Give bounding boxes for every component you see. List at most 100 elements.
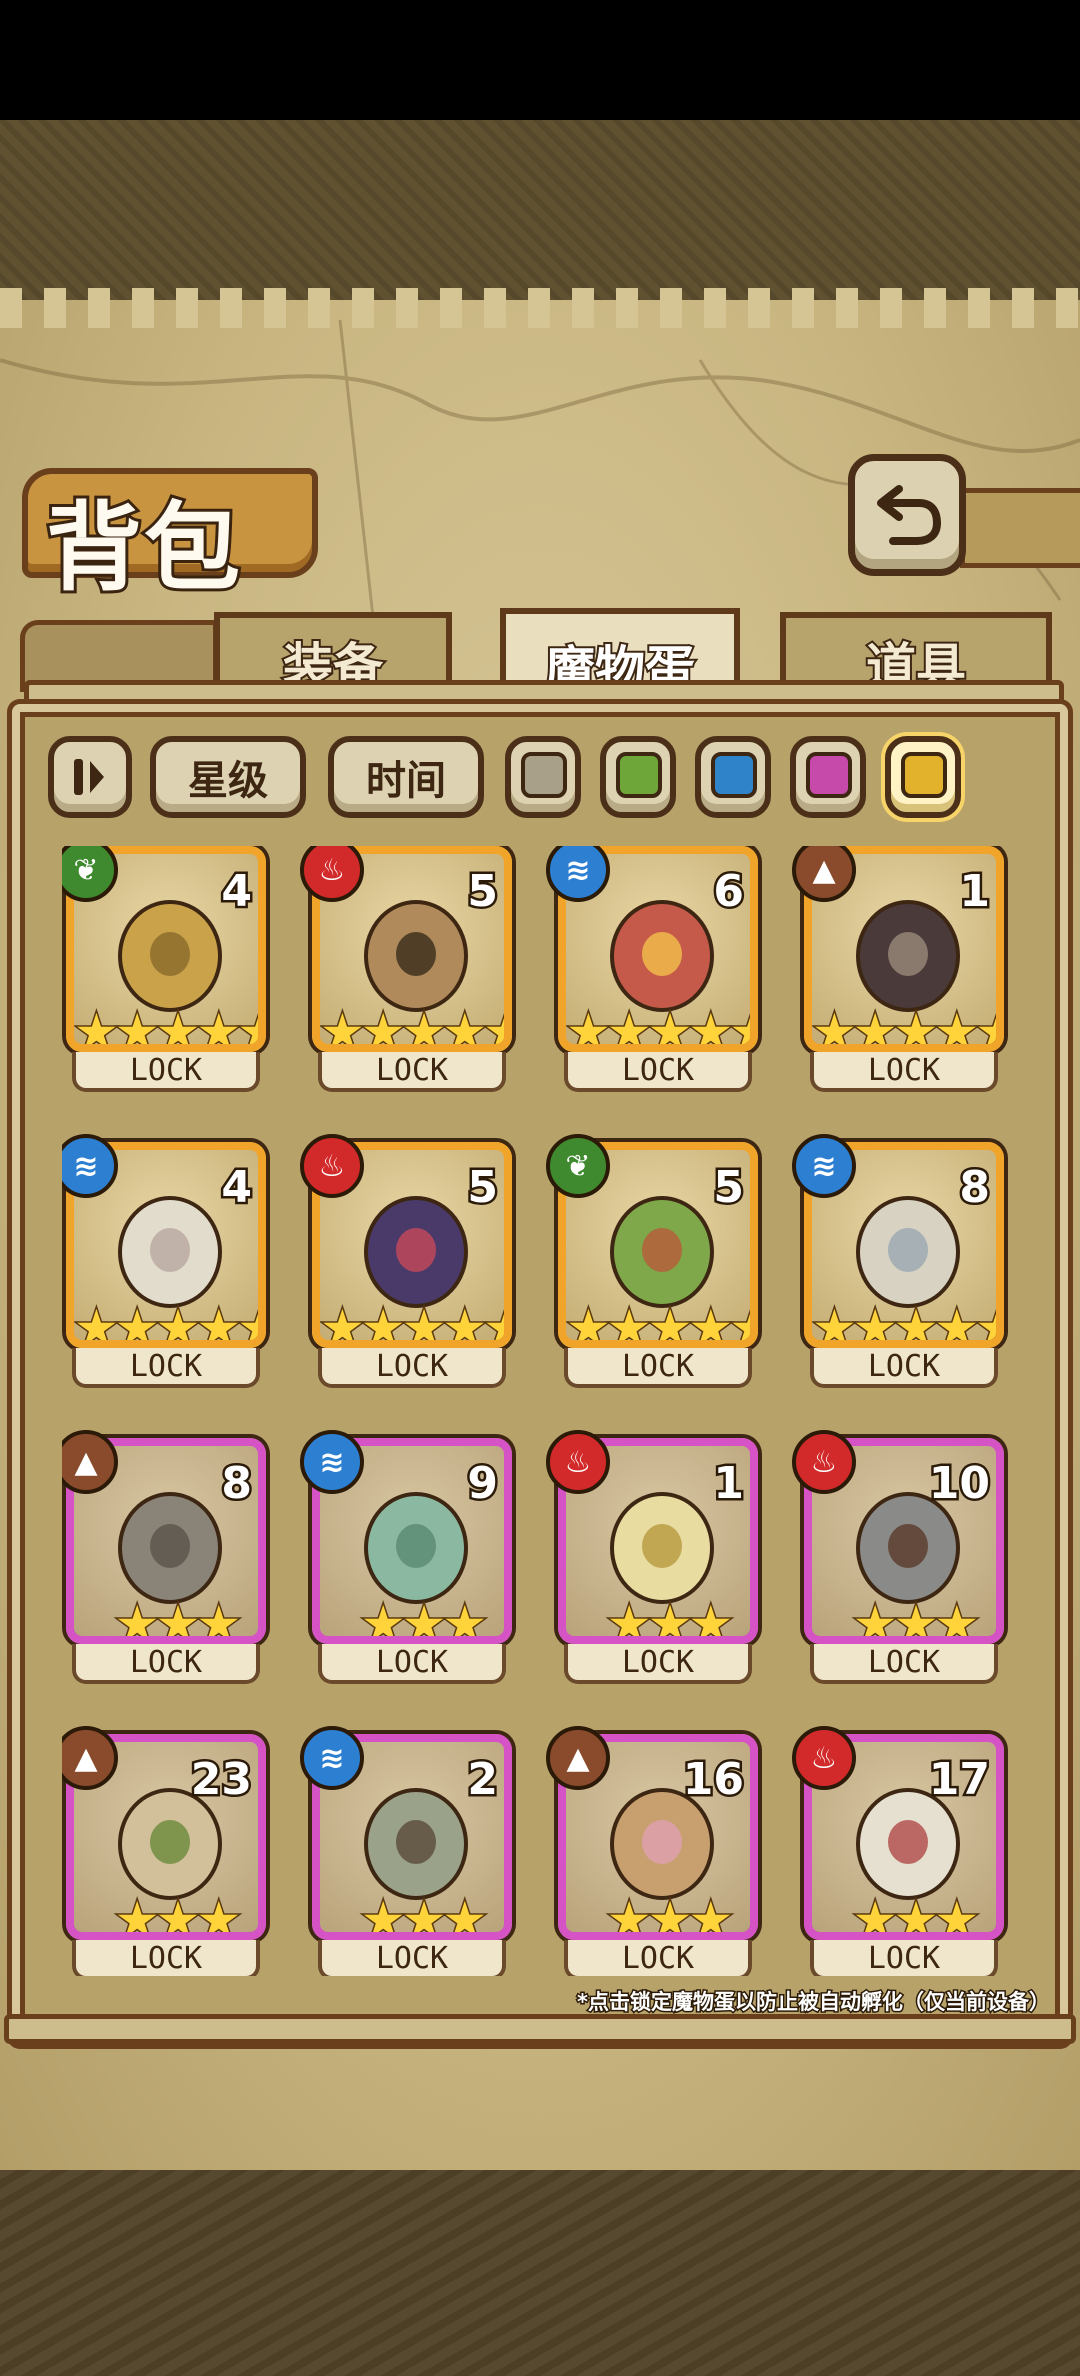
earth-element-icon: ▲ [546, 1726, 610, 1790]
egg-card[interactable]: ★ ★ ★ 9 ≋ LOCK [300, 1430, 518, 1688]
color-filter-green[interactable] [600, 736, 676, 818]
star-icon: ★ [482, 1299, 504, 1341]
color-filter-blue[interactable] [695, 736, 771, 818]
star-icon: ★ [195, 1003, 243, 1052]
egg-card[interactable]: ★★★★★6≋LOCK [546, 846, 764, 1096]
lock-button[interactable]: LOCK [810, 1348, 998, 1388]
star-icon: ★ [359, 1299, 407, 1348]
egg-card[interactable]: ★ ★ ★ 16 ▲ LOCK [546, 1726, 764, 1976]
magic-lamp-icon [118, 900, 222, 1012]
egg-card[interactable]: ★ ★ ★ 23 ▲ LOCK [62, 1726, 272, 1976]
egg-card[interactable]: ★★★★★5❦LOCK [546, 1134, 764, 1392]
egg-card[interactable]: ★★★★★8≋LOCK [792, 1134, 1010, 1392]
sort-by-stars-button[interactable]: 星级 [150, 736, 306, 818]
star-icon: ★ [646, 1595, 694, 1644]
lock-button[interactable]: LOCK [318, 1348, 506, 1388]
lock-button[interactable]: LOCK [72, 1348, 260, 1388]
star-rating: ★★★★★ [812, 1003, 996, 1052]
star-icon: ★ [441, 1891, 489, 1940]
star-icon: ★ [851, 1891, 899, 1940]
egg-card[interactable]: ★★★★★4❦LOCK [62, 846, 272, 1096]
lock-button[interactable]: LOCK [810, 1644, 998, 1684]
star-rating: ★★★★★ [566, 1299, 750, 1341]
sort-by-time-button[interactable]: 时间 [328, 736, 484, 818]
egg-count: 23 [188, 1752, 254, 1808]
caged-egg-icon [610, 1492, 714, 1604]
lock-label: LOCK [621, 1348, 695, 1384]
lock-button[interactable]: LOCK [810, 1940, 998, 1976]
sort-order-button[interactable] [48, 736, 132, 818]
color-filter-gray[interactable] [505, 736, 581, 818]
egg-card[interactable]: ★ ★ ★ 1 ♨ LOCK [546, 1430, 764, 1688]
dark-orb-icon [364, 1196, 468, 1308]
lock-button[interactable]: LOCK [72, 1052, 260, 1092]
grass-element-icon: ❦ [546, 1134, 610, 1198]
star-icon: ★ [154, 1299, 202, 1348]
swirl-egg-icon [118, 1196, 222, 1308]
lock-label: LOCK [129, 1940, 203, 1976]
star-icon: ★ [154, 1595, 202, 1644]
star-icon: ★ [359, 1595, 407, 1644]
star-icon: ★ [605, 1003, 653, 1052]
star-rating: ★ ★ ★ [324, 1595, 504, 1644]
color-filter-gold[interactable] [885, 736, 961, 818]
star-icon: ★ [482, 1003, 504, 1045]
star-rating: ★★★★★ [74, 1299, 258, 1348]
star-icon: ★ [236, 1299, 258, 1341]
star-icon: ★ [605, 1891, 653, 1940]
lock-button[interactable]: LOCK [72, 1644, 260, 1684]
water-element-icon: ≋ [300, 1726, 364, 1790]
egg-card[interactable]: ★★★★★5♨LOCK [300, 1134, 518, 1392]
eye-orb-icon [610, 900, 714, 1012]
star-icon: ★ [195, 1299, 243, 1348]
egg-card[interactable]: ★ ★ ★ 17 ♨ LOCK [792, 1726, 1010, 1976]
crowned-egg-icon [364, 900, 468, 1012]
lock-label: LOCK [867, 1348, 941, 1384]
lock-label: LOCK [129, 1052, 203, 1088]
lock-button[interactable]: LOCK [564, 1348, 752, 1388]
star-rating: ★★★★★ [74, 1003, 258, 1052]
egg-card[interactable]: ★★★★★5♨LOCK [300, 846, 518, 1096]
sort-by-stars-label: 星级 [188, 758, 268, 804]
star-icon: ★ [73, 1299, 120, 1348]
color-filter-purple[interactable] [790, 736, 866, 818]
lock-button[interactable]: LOCK [318, 1052, 506, 1092]
lock-button[interactable]: LOCK [72, 1940, 260, 1976]
egg-count: 1 [957, 864, 993, 920]
status-bar [0, 0, 1080, 120]
egg-card[interactable]: ★ ★ ★ 8 ▲ LOCK [62, 1430, 272, 1688]
star-rating: ★★★★★ [320, 1003, 504, 1052]
star-rating: ★ ★ ★ [78, 1891, 258, 1933]
lock-button[interactable]: LOCK [318, 1940, 506, 1976]
gold-swatch [901, 752, 947, 798]
star-icon: ★ [565, 1003, 612, 1052]
lock-button[interactable]: LOCK [564, 1644, 752, 1684]
lock-button[interactable]: LOCK [564, 1940, 752, 1976]
star-rating: ★ ★ ★ [78, 1595, 258, 1644]
egg-count: 1 [711, 1456, 747, 1512]
egg-card[interactable]: ★ ★ ★ 10 ♨ LOCK [792, 1430, 1010, 1688]
egg-count: 17 [926, 1752, 992, 1808]
fire-element-icon: ♨ [300, 1134, 364, 1198]
egg-card[interactable]: ★★★★★1▲LOCK [792, 846, 1010, 1096]
egg-card[interactable]: ★★★★★4≋LOCK [62, 1134, 272, 1392]
star-rating: ★★★★★ [812, 1299, 996, 1348]
sort-bars-icon [74, 759, 104, 795]
sort-by-time-label: 时间 [366, 758, 446, 804]
star-icon: ★ [565, 1299, 612, 1348]
star-icon: ★ [851, 1299, 899, 1348]
star-icon: ★ [441, 1003, 489, 1052]
star-icon: ★ [892, 1891, 940, 1940]
lock-label: LOCK [375, 1940, 449, 1976]
egg-count: 8 [957, 1160, 993, 1216]
egg-card[interactable]: ★ ★ ★ 2 ≋ LOCK [300, 1726, 518, 1976]
star-icon: ★ [892, 1003, 940, 1052]
lock-label: LOCK [375, 1644, 449, 1680]
lock-button[interactable]: LOCK [318, 1644, 506, 1684]
back-button[interactable] [848, 454, 966, 576]
star-icon: ★ [811, 1003, 858, 1052]
lock-button[interactable]: LOCK [810, 1052, 998, 1092]
lock-button[interactable]: LOCK [564, 1052, 752, 1092]
egg-count: 9 [465, 1456, 501, 1512]
star-rating: ★ ★ ★ [816, 1891, 996, 1940]
